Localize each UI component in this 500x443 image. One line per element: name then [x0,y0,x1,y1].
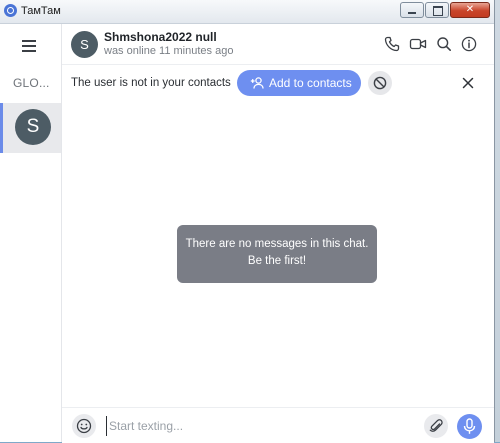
not-in-contacts-bar: The user is not in your contacts Add to … [62,64,494,104]
info-icon[interactable] [461,36,477,52]
empty-chat-line-2: Be the first! [247,255,307,267]
tamtam-logo-icon [4,4,17,17]
chat-list-item[interactable]: S [0,103,61,153]
message-area: There are no messages in this chat. Be t… [62,103,494,407]
window-controls: ✕ [399,2,490,20]
minimize-icon [408,12,416,14]
window-title: ТамТам [21,5,61,17]
global-search-tab[interactable]: GLO... [13,76,50,90]
hamburger-icon [22,40,36,42]
not-in-contacts-notice: The user is not in your contacts [71,77,231,89]
maximize-icon [433,6,443,16]
emoji-button[interactable] [72,414,96,438]
chat-title[interactable]: Shmshona2022 null [104,30,217,44]
paperclip-icon [429,419,443,432]
phone-icon[interactable] [384,36,400,52]
message-composer [62,407,494,443]
chat-avatar[interactable]: S [71,31,98,58]
empty-chat-line-1: There are no messages in this chat. [185,238,369,250]
add-to-contacts-label: Add to contacts [269,76,352,90]
maximize-button[interactable] [425,2,449,18]
hamburger-line [22,45,36,47]
attach-file-button[interactable] [424,414,448,438]
close-window-button[interactable]: ✕ [450,2,490,18]
last-seen-status: was online 11 minutes ago [104,45,234,57]
smile-icon [76,418,92,434]
hamburger-line [22,50,36,52]
chat-header: S Shmshona2022 null was online 11 minute… [62,24,494,64]
add-user-icon [250,77,264,89]
empty-chat-notice: There are no messages in this chat. Be t… [177,225,377,283]
add-to-contacts-button[interactable]: Add to contacts [237,70,361,96]
message-input[interactable] [106,416,409,436]
close-icon[interactable] [462,77,474,89]
microphone-icon [463,418,476,434]
title-bar: ТамТам ✕ [0,0,494,24]
search-icon[interactable] [436,36,452,52]
chat-list-panel: GLO... S [0,24,62,442]
app-window: ТамТам ✕ GLO... S S Shmshona2022 null wa… [0,0,495,443]
minimize-button[interactable] [400,2,424,18]
voice-message-button[interactable] [457,414,482,439]
hamburger-menu-button[interactable] [22,38,40,52]
block-icon [373,76,387,90]
avatar: S [15,109,51,145]
block-user-button[interactable] [368,71,392,95]
close-icon: ✕ [465,4,475,15]
selected-indicator [0,103,3,153]
video-camera-icon[interactable] [409,36,427,52]
